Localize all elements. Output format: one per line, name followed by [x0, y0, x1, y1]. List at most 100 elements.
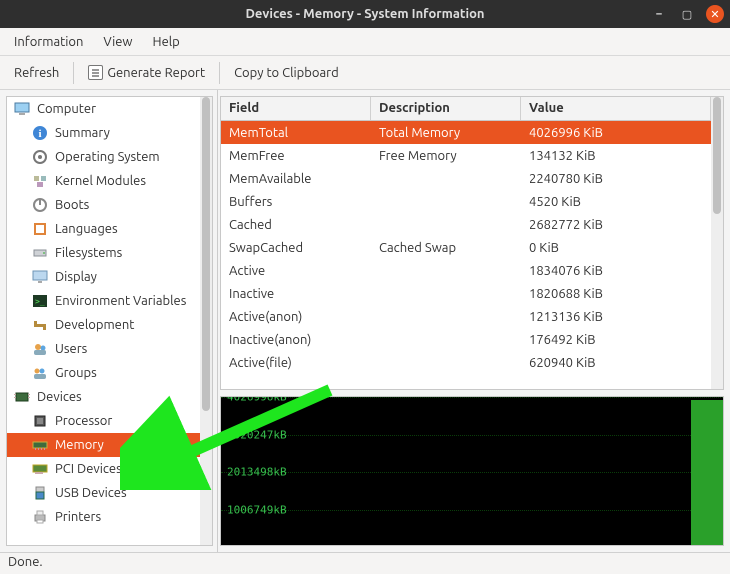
td-desc — [371, 360, 521, 366]
report-icon — [88, 65, 103, 80]
th-value[interactable]: Value — [521, 97, 711, 120]
table-body: MemTotalTotal Memory4026996 KiBMemFreeFr… — [221, 121, 711, 374]
sidebar-item-groups[interactable]: Groups — [7, 361, 200, 385]
td-field: Active(file) — [221, 353, 371, 373]
td-field: Inactive(anon) — [221, 330, 371, 350]
chart-tick-label: 1006749kB — [227, 503, 287, 516]
report-label: Generate Report — [107, 66, 205, 80]
th-description[interactable]: Description — [371, 97, 521, 120]
sidebar-item-languages[interactable]: Languages — [7, 217, 200, 241]
sidebar: Computer i Summary Operating SystemKernel … — [6, 96, 213, 546]
td-desc: Total Memory — [371, 123, 521, 143]
td-desc — [371, 222, 521, 228]
close-button[interactable]: ✕ — [706, 5, 724, 23]
td-desc — [371, 199, 521, 205]
td-value: 0 KiB — [521, 238, 711, 258]
td-value: 134132 KiB — [521, 146, 711, 166]
td-desc — [371, 314, 521, 320]
sidebar-item-label: Boots — [55, 198, 89, 212]
table-row[interactable]: Active(file) 620940 KiB — [221, 351, 711, 374]
td-value: 1820688 KiB — [521, 284, 711, 304]
td-field: MemTotal — [221, 123, 371, 143]
toolbar: Refresh Generate Report Copy to Clipboar… — [0, 56, 730, 90]
td-value: 176492 KiB — [521, 330, 711, 350]
book-icon — [31, 221, 49, 237]
tree-group-computer[interactable]: Computer — [7, 97, 200, 121]
maximize-button[interactable]: ▢ — [678, 5, 696, 23]
sidebar-item-label: Environment Variables — [55, 294, 186, 308]
sidebar-item-label: Groups — [55, 366, 97, 380]
right-pane: Field Description Value MemTotalTotal Me… — [218, 90, 730, 552]
th-field[interactable]: Field — [221, 97, 371, 120]
sidebar-item-printers[interactable]: Printers — [7, 505, 200, 529]
scrollbar-thumb[interactable] — [713, 97, 721, 214]
computer-icon — [13, 101, 31, 117]
sidebar-item-label: Summary — [55, 126, 110, 140]
menubar: Information View Help — [0, 28, 730, 56]
status-text: Done. — [8, 555, 43, 569]
sidebar-item-pci-devices[interactable]: PCI Devices — [7, 457, 200, 481]
td-field: Active — [221, 261, 371, 281]
memory-usage-chart: 4026996kB3020247kB2013498kB1006749kB — [220, 396, 724, 546]
sidebar-item-filesystems[interactable]: Filesystems — [7, 241, 200, 265]
toolbar-separator — [73, 62, 74, 84]
td-field: Buffers — [221, 192, 371, 212]
table-row[interactable]: Inactive(anon) 176492 KiB — [221, 328, 711, 351]
sidebar-item-operating-system[interactable]: Operating System — [7, 145, 200, 169]
generate-report-button[interactable]: Generate Report — [82, 61, 211, 84]
table-row[interactable]: Inactive 1820688 KiB — [221, 282, 711, 305]
td-desc: Cached Swap — [371, 238, 521, 258]
td-field: SwapCached — [221, 238, 371, 258]
menu-view[interactable]: View — [95, 31, 140, 53]
sidebar-item-usb-devices[interactable]: USB Devices — [7, 481, 200, 505]
sidebar-item-label: Display — [55, 270, 97, 284]
sidebar-item-processor[interactable]: Processor — [7, 409, 200, 433]
sidebar-item-development[interactable]: Development — [7, 313, 200, 337]
table-row[interactable]: MemAvailable2240780 KiB — [221, 167, 711, 190]
chart-tick-label: 3020247kB — [227, 428, 287, 441]
sidebar-item-label: Filesystems — [55, 246, 122, 260]
scrollbar-thumb[interactable] — [202, 97, 210, 411]
sidebar-item-display[interactable]: Display — [7, 265, 200, 289]
td-value: 4026996 KiB — [521, 123, 711, 143]
sidebar-item-boots[interactable]: Boots — [7, 193, 200, 217]
menu-information[interactable]: Information — [6, 31, 91, 53]
memory-icon — [31, 437, 49, 453]
table-row[interactable]: SwapCachedCached Swap0 KiB — [221, 236, 711, 259]
svg-text:i: i — [38, 128, 41, 140]
power-icon — [31, 197, 49, 213]
window-controls: – ▢ ✕ — [650, 0, 724, 28]
table-row[interactable]: MemFreeFree Memory134132 KiB — [221, 144, 711, 167]
cpu-icon — [31, 413, 49, 429]
drive-icon — [31, 245, 49, 261]
td-value: 1213136 KiB — [521, 307, 711, 327]
td-field: Cached — [221, 215, 371, 235]
chart-gridline — [221, 472, 723, 502]
table-row[interactable]: Buffers4520 KiB — [221, 190, 711, 213]
sidebar-item-environment-variables[interactable]: >_Environment Variables — [7, 289, 200, 313]
table-row[interactable]: Active(anon)1213136 KiB — [221, 305, 711, 328]
minimize-button[interactable]: – — [650, 5, 668, 23]
table-scrollbar[interactable] — [711, 97, 723, 389]
sidebar-item-label: Printers — [55, 510, 101, 524]
sidebar-item-summary[interactable]: i Summary — [7, 121, 200, 145]
td-value: 2682772 KiB — [521, 215, 711, 235]
table-row[interactable]: Active 1834076 KiB — [221, 259, 711, 282]
td-value: 1834076 KiB — [521, 261, 711, 281]
td-desc — [371, 337, 521, 343]
refresh-button[interactable]: Refresh — [8, 62, 65, 84]
sidebar-item-label: Development — [55, 318, 134, 332]
sidebar-item-label: USB Devices — [55, 486, 127, 500]
table-row[interactable]: MemTotalTotal Memory4026996 KiB — [221, 121, 711, 144]
table-row[interactable]: Cached 2682772 KiB — [221, 213, 711, 236]
tree-group-devices[interactable]: Devices — [7, 385, 200, 409]
menu-help[interactable]: Help — [145, 31, 188, 53]
td-desc — [371, 268, 521, 274]
sidebar-scrollbar[interactable] — [200, 97, 212, 545]
td-value: 620940 KiB — [521, 353, 711, 373]
sidebar-item-memory[interactable]: Memory — [7, 433, 200, 457]
sidebar-item-users[interactable]: Users — [7, 337, 200, 361]
copy-clipboard-button[interactable]: Copy to Clipboard — [228, 62, 345, 84]
sidebar-item-kernel-modules[interactable]: Kernel Modules — [7, 169, 200, 193]
td-field: Inactive — [221, 284, 371, 304]
